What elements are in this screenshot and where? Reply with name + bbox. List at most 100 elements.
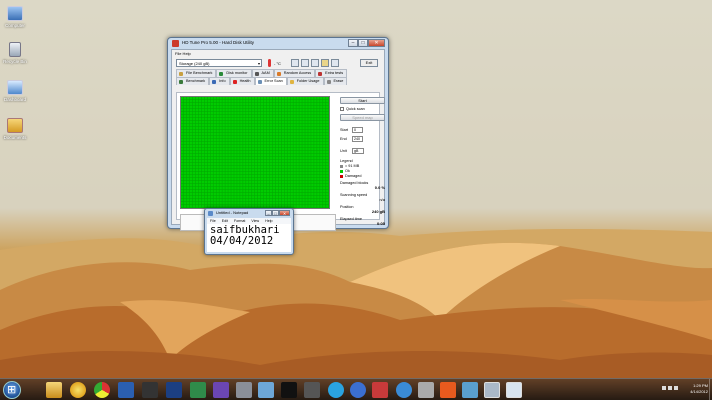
damaged-blocks-value: 0.0 % xyxy=(374,185,385,190)
tray-volume-icon[interactable] xyxy=(674,386,678,390)
app-gray2-taskbar-icon[interactable] xyxy=(418,382,434,398)
erase-icon xyxy=(326,80,331,84)
help-icon[interactable] xyxy=(331,59,339,67)
notepad-minimize-button[interactable]: – xyxy=(265,210,272,216)
app-dark-taskbar-icon[interactable] xyxy=(142,382,158,398)
tab-erase[interactable]: Erase xyxy=(323,77,348,85)
minimize-button[interactable]: – xyxy=(348,39,358,47)
app-black-taskbar-icon[interactable] xyxy=(281,382,297,398)
app-purple-taskbar-icon[interactable] xyxy=(213,382,229,398)
notepad-maximize-button[interactable]: □ xyxy=(272,210,279,216)
tray-network-icon[interactable] xyxy=(668,386,672,390)
desktop-icon-computer[interactable]: Computer xyxy=(0,6,30,28)
taskbar: 1:29 PM 4/14/2012 xyxy=(0,378,712,400)
computer-icon xyxy=(7,6,23,21)
app-navy-taskbar-icon[interactable] xyxy=(166,382,182,398)
random-access-icon xyxy=(276,72,281,76)
recycle-bin-icon xyxy=(9,42,21,57)
legend-damaged-swatch xyxy=(340,174,343,178)
app-green-taskbar-icon[interactable] xyxy=(190,382,206,398)
notepad-close-button[interactable]: ✕ xyxy=(279,210,290,216)
folder-icon xyxy=(7,118,23,133)
error-scan-controls: Start Quick scan Speed map Start 0 End 240… xyxy=(340,97,385,226)
quick-scan-checkbox[interactable] xyxy=(340,107,344,111)
tab-folder-usage[interactable]: Folder Usage xyxy=(286,77,324,85)
tab-random-access[interactable]: Random Access xyxy=(273,69,316,77)
legend-damaged: Damaged xyxy=(340,174,385,178)
menu-edit[interactable]: Edit xyxy=(222,219,228,223)
drive-select[interactable]: Storage (240 gB) ▾ xyxy=(176,59,262,67)
unit-select[interactable]: gB xyxy=(352,148,364,154)
hdtune-titlebar[interactable]: HD Tune Pro 5.00 - Hard Disk Utility – □… xyxy=(168,38,388,49)
legend-ok: Ok xyxy=(340,169,385,173)
copy-screenshot-icon[interactable] xyxy=(301,59,309,67)
tab-file-benchmark[interactable]: File Benchmark xyxy=(176,69,217,77)
exit-button[interactable]: Exit xyxy=(360,59,378,67)
tab-health[interactable]: Health xyxy=(229,77,255,85)
menu-view[interactable]: View xyxy=(251,219,259,223)
speed-map-button[interactable]: Speed map xyxy=(340,114,385,121)
desktop-icon-dashboard[interactable]: Dashboard xyxy=(0,80,30,102)
desktop-icon-recycle-bin[interactable]: Recycle Bin xyxy=(0,42,30,64)
legend-title: Legend xyxy=(340,159,353,163)
app-tiles-taskbar-icon[interactable] xyxy=(462,382,478,398)
notepad-taskbar-icon[interactable] xyxy=(506,382,522,398)
hdtune-taskbar-icon[interactable] xyxy=(484,382,500,398)
hdtune-app-icon xyxy=(172,40,179,47)
start-button[interactable] xyxy=(3,381,21,399)
file-benchmark-icon xyxy=(179,72,183,76)
media-player-taskbar-icon[interactable] xyxy=(70,382,86,398)
range-end-input[interactable]: 240 xyxy=(352,136,363,142)
copy-text-icon[interactable] xyxy=(291,59,299,67)
app-window-taskbar-icon[interactable] xyxy=(304,382,320,398)
range-start-input[interactable]: 0 xyxy=(352,127,363,133)
plane-taskbar-icon[interactable] xyxy=(258,382,274,398)
tray-flag-icon[interactable] xyxy=(662,386,666,390)
thermometer-icon xyxy=(268,59,271,67)
options-icon[interactable] xyxy=(321,59,329,67)
app-circle-taskbar-icon[interactable] xyxy=(350,382,366,398)
speaker-icon xyxy=(254,72,259,76)
app-blue-taskbar-icon[interactable] xyxy=(118,382,134,398)
notepad-text-area[interactable]: saifbukhari 04/04/2012 xyxy=(207,224,291,252)
menu-format[interactable]: Format xyxy=(234,219,245,223)
position-value: 240 gB xyxy=(371,209,385,214)
start-button[interactable]: Start xyxy=(340,97,385,104)
skype-taskbar-icon[interactable] xyxy=(328,382,344,398)
tab-error-scan[interactable]: Error Scan xyxy=(254,77,287,85)
magnifier-icon xyxy=(257,80,262,84)
tab-disk-monitor[interactable]: Disk monitor xyxy=(216,69,252,77)
close-button[interactable]: ✕ xyxy=(368,39,385,47)
menu-file[interactable]: File xyxy=(210,219,216,223)
chrome-taskbar-icon[interactable] xyxy=(94,382,110,398)
clock[interactable]: 1:29 PM 4/14/2012 xyxy=(690,383,708,395)
hdtune-title: HD Tune Pro 5.00 - Hard Disk Utility xyxy=(182,40,255,45)
desktop-icon-documents[interactable]: Documents xyxy=(0,118,30,140)
quick-scan-label: Quick scan xyxy=(346,107,365,111)
media-taskbar-icon[interactable] xyxy=(372,382,388,398)
tab-aam[interactable]: AAM xyxy=(251,69,274,77)
save-screenshot-icon[interactable] xyxy=(311,59,319,67)
health-cross-icon xyxy=(232,80,237,84)
hdtune-menubar[interactable]: File Help xyxy=(172,50,384,57)
hdtune-window: HD Tune Pro 5.00 - Hard Disk Utility – □… xyxy=(167,37,389,231)
disk-monitor-icon xyxy=(219,72,224,76)
system-tray xyxy=(662,386,678,390)
folder-icon xyxy=(289,80,294,84)
notepad-title: Untitled - Notepad xyxy=(216,210,249,215)
app-grey-taskbar-icon[interactable] xyxy=(236,382,252,398)
tab-info[interactable]: Info xyxy=(209,77,230,85)
explorer-taskbar-icon[interactable] xyxy=(46,382,62,398)
unit-label: Unit xyxy=(340,149,347,153)
tab-benchmark[interactable]: Benchmark xyxy=(176,77,210,85)
menu-help[interactable]: Help xyxy=(265,219,272,223)
maximize-button[interactable]: □ xyxy=(358,39,368,47)
error-scan-block-map xyxy=(180,96,330,209)
kite-taskbar-icon[interactable] xyxy=(440,382,456,398)
legend-block-size: = 91 MB xyxy=(340,164,385,168)
dashboard-icon xyxy=(7,80,23,95)
tab-extra-tests[interactable]: Extra tests xyxy=(315,69,348,77)
ie-taskbar-icon[interactable] xyxy=(396,382,412,398)
temperature-readout: - °C xyxy=(274,61,281,66)
notepad-titlebar[interactable]: Untitled - Notepad – □ ✕ xyxy=(205,209,293,218)
